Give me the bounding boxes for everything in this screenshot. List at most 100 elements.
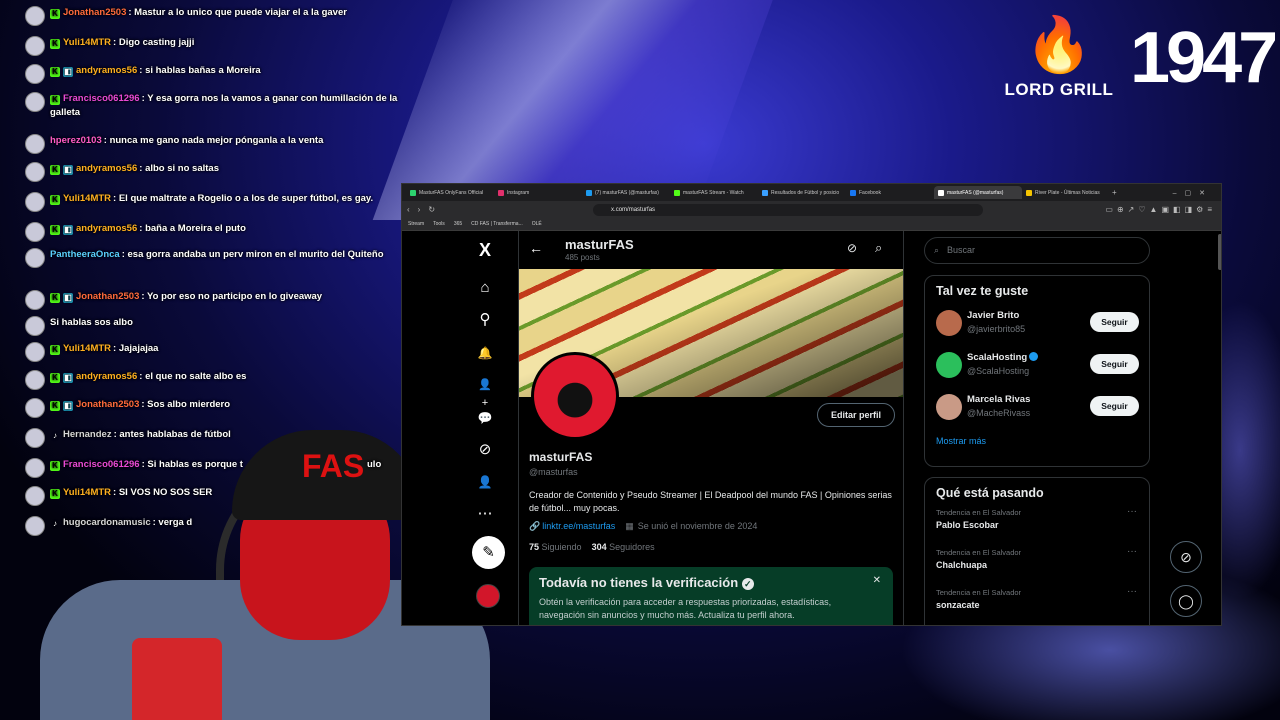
bookmark-item[interactable]: Tools [433,221,445,227]
browser-window: MasturFAS OnlyFans Official Instagram (7) … [401,183,1222,626]
browser-tab[interactable]: River Plate - Últimas Noticias [1022,186,1110,199]
search-profile-icon[interactable]: ⌕ [875,240,882,256]
chat-message: K ◧ Jonathan2503: Sos albo mierdero [22,398,407,418]
browser-tab[interactable]: Facebook [846,186,934,199]
follow-button[interactable]: Seguir [1090,312,1139,332]
suggestion-avatar[interactable] [936,394,962,420]
more-dots-icon[interactable]: ··· [1127,546,1137,557]
chat-message: K ◧ andyramos56: el que no salte albo es [22,370,407,390]
new-tab-button[interactable]: + [1112,188,1117,197]
chat-username: hugocardonamusic [63,517,151,528]
trend-context: Tendencia en El Salvador [936,508,1022,517]
right-sidebar: ⌕ Buscar Tal vez te guste Javier Brito @j… [904,231,1221,625]
more-dots-icon[interactable]: ··· [1127,506,1137,517]
chat-username: andyramos56 [76,371,138,382]
home-icon[interactable]: ⌂ [476,279,494,297]
edit-profile-button[interactable]: Editar perfil [817,403,895,427]
following-link[interactable]: 75 Siguiendo [529,542,582,552]
x-logo-icon[interactable]: X [476,241,494,259]
tiktok-badge-icon: ♪ [53,431,57,440]
search-icon: ⌕ [934,245,940,255]
grok-analyze-icon[interactable]: ⊘ [847,241,857,255]
chat-username: PantheeraOnca [50,249,120,260]
page-scrollbar[interactable] [1218,234,1221,270]
chat-username: Yuli14MTR [63,343,112,354]
suggestion-row[interactable]: Marcela Rivas @MacheRivass Seguir [925,390,1149,432]
tiktok-badge-icon: ♪ [53,519,57,528]
profile-bio: Creador de Contenido y Pseudo Streamer |… [529,490,892,513]
followers-link[interactable]: 304 Seguidores [592,542,655,552]
more-options-icon[interactable]: ⋯ [476,505,494,523]
chat-text: : esa gorra andaba un perv miron en el m… [121,249,384,260]
chat-username: Yuli14MTR [63,37,112,48]
trend-item[interactable]: Tendencia en El Salvador Pablo Escobar ··· [925,506,1149,548]
verification-banner[interactable]: Todavía no tienes la verificación ✓ Obté… [529,567,893,625]
extension-icons[interactable]: ▭⊕↗♡▲▣◧◨⚙≡ [1105,205,1216,214]
back-nav-icon[interactable]: ‹ [407,205,410,214]
chat-text: : Sos albo mierdero [141,399,231,410]
profile-icon[interactable]: 👤 [476,473,494,491]
address-bar-row: ‹ › ↻ x.com/masturfas ▭⊕↗♡▲▣◧◨⚙≡ [402,201,1221,218]
chat-avatar [25,6,45,26]
chat-message: Si hablas sos albo [22,316,407,336]
bookmark-item[interactable]: 365 [454,221,462,227]
tab-favicon-icon [674,189,680,196]
browser-tab[interactable]: MasturFAS OnlyFans Official [406,186,494,199]
profile-link[interactable]: linktr.ee/masturfas [542,521,615,532]
back-arrow-icon[interactable]: ← [529,240,543,256]
chat-message: K Francisco061296: Y esa gorra nos la vam… [22,92,407,120]
chat-text: : nunca me gano nada mejor pónganla a la… [103,135,324,146]
browser-tab[interactable]: Resultados de Fútbol y posicio [758,186,846,199]
profile-name: masturFAS [529,450,593,464]
chat-username: Jonathan2503 [76,291,140,302]
forward-nav-icon[interactable]: › [418,205,421,214]
url-input[interactable]: x.com/masturfas [593,203,984,216]
messages-icon[interactable]: 💬 [476,409,494,427]
tab-label: masturFAS Stream - Watch [683,189,744,196]
browser-tab[interactable]: masturFAS Stream - Watch [670,186,758,199]
bookmark-item[interactable]: Stream [408,221,424,227]
chat-avatar [25,162,45,182]
chat-message: K Francisco061296: Si hablas es porque t [22,458,407,478]
explore-search-icon[interactable]: ⚲ [476,311,494,329]
link-icon: 🔗 [529,521,541,531]
search-placeholder: Buscar [947,245,976,255]
suggestion-avatar[interactable] [936,310,962,336]
show-more-link[interactable]: Mostrar más [925,432,1149,458]
tab-favicon-icon [762,189,768,196]
chat-username: Hernandez [63,429,112,440]
trend-item[interactable]: Tendencia en El Salvador sonzacate ··· [925,586,1149,625]
browser-tab[interactable]: Instagram [494,186,582,199]
verification-title: Todavía no tienes la verificación ✓ [539,575,883,590]
tab-favicon-icon [498,189,504,196]
suggestion-row[interactable]: ScalaHosting @ScalaHosting Seguir [925,348,1149,390]
profile-avatar[interactable] [531,352,619,440]
browser-tab[interactable]: masturFAS (@masturfas) [934,186,1022,199]
suggestion-avatar[interactable] [936,352,962,378]
reload-icon[interactable]: ↻ [428,205,435,214]
account-avatar[interactable] [476,584,500,608]
follow-button[interactable]: Seguir [1090,396,1139,416]
grok-icon[interactable]: ⊘ [476,441,494,459]
tab-label: MasturFAS OnlyFans Official [419,189,484,196]
notifications-bell-icon[interactable]: 🔔 [476,344,494,362]
bookmark-item[interactable]: CD FAS | Transferma... [471,221,523,227]
suggestion-row[interactable]: Javier Brito @javierbrito85 Seguir [925,306,1149,348]
tab-label: Instagram [507,189,530,196]
messages-fab-icon[interactable]: ◯ [1170,585,1202,617]
chat-text: : Digo casting jajji [113,37,195,48]
streamer-cup [132,638,222,720]
bookmark-item[interactable]: OLÉ [532,221,542,227]
search-input[interactable]: ⌕ Buscar [924,237,1150,264]
follow-button[interactable]: Seguir [1090,354,1139,374]
suggestion-name: Marcela Rivas [967,394,1031,405]
window-controls[interactable]: –▢✕ [1173,189,1221,197]
chat-avatar [25,64,45,84]
browser-tab[interactable]: (7) masturFAS (@masturfas) [582,186,670,199]
follow-people-icon[interactable]: 👤+ [476,376,494,409]
grok-fab-icon[interactable]: ⊘ [1170,541,1202,573]
close-icon[interactable]: ✕ [873,575,881,586]
trend-item[interactable]: Tendencia en El Salvador Chalchuapa ··· [925,546,1149,588]
more-dots-icon[interactable]: ··· [1127,586,1137,597]
post-button[interactable]: ✎ [472,536,505,569]
